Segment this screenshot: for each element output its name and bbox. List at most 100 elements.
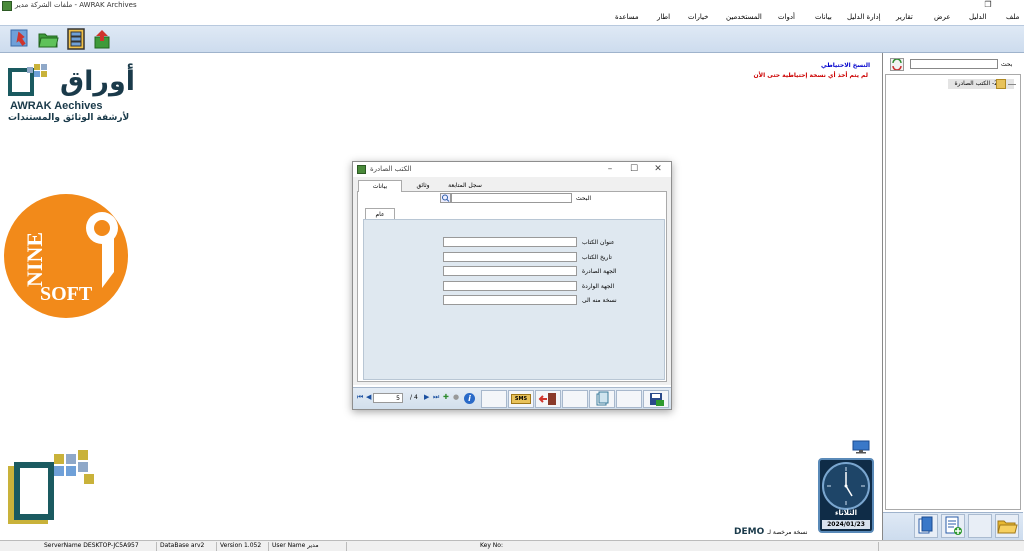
clock-date: 2024/01/23 — [822, 520, 870, 529]
panel-search-input[interactable] — [910, 59, 998, 69]
info-icon[interactable]: i — [464, 393, 475, 404]
maximize-button[interactable]: ☐ — [626, 163, 642, 175]
blank-button-2[interactable] — [562, 390, 588, 408]
export-icon[interactable] — [92, 28, 114, 50]
menu-tools[interactable]: أدوات — [778, 13, 795, 21]
current-record-input[interactable]: 5 — [373, 393, 403, 403]
field-label-date: تاريخ الكتاب — [582, 254, 612, 261]
exit-icon[interactable] — [9, 28, 31, 50]
nine-soft-bottom: SOFT — [40, 283, 93, 305]
folder-icon — [996, 79, 1006, 89]
menu-view[interactable]: عرض — [934, 13, 951, 21]
directory-tree — [885, 74, 1021, 510]
awrak-large-icon — [4, 448, 98, 528]
menu-directory-admin[interactable]: إدارة الدليل — [847, 13, 881, 21]
toolbar — [0, 25, 1024, 53]
cabinet-icon[interactable] — [65, 28, 87, 50]
clock-day: الثلاثاء — [834, 509, 858, 517]
field-label-issuer: الجهة الصادرة — [582, 268, 617, 275]
status-bar: ServerName DESKTOP-JC5A957 DataBase arv2… — [0, 540, 1024, 551]
status-server: ServerName DESKTOP-JC5A957 — [44, 542, 139, 549]
record-status-icon: ● — [453, 393, 460, 401]
letter-date-input[interactable] — [443, 252, 577, 262]
field-label-title: عنوان الكتاب — [582, 239, 615, 246]
copy-icon — [596, 391, 609, 406]
save-icon — [650, 393, 664, 406]
field-label-recipient: الجهة الواردة — [582, 283, 615, 290]
status-user: User Name مدير — [272, 542, 319, 549]
awrak-logo-icon — [8, 62, 52, 98]
menu-window[interactable]: اطار — [657, 13, 670, 21]
add-record-icon[interactable]: ✚ — [443, 393, 449, 401]
menu-file[interactable]: ملف — [1006, 13, 1019, 21]
tab-general[interactable]: عام — [365, 208, 395, 219]
blank-button-1[interactable] — [481, 390, 507, 408]
status-key: Key No: — [480, 542, 503, 549]
record-total: / 4 — [410, 394, 418, 401]
menu-options[interactable]: خيارات — [688, 13, 709, 21]
first-record-icon[interactable]: ⏮ — [357, 393, 363, 402]
app-icon — [2, 1, 12, 11]
search-icon — [442, 194, 450, 202]
menu-help[interactable]: مساعدة — [615, 13, 639, 21]
blank-button-3[interactable] — [616, 390, 642, 408]
menu-data[interactable]: بيانات — [815, 13, 832, 21]
dialog-search-input[interactable] — [451, 193, 572, 203]
last-record-icon[interactable]: ⏭ — [433, 393, 439, 402]
menu-bar: ملف الدليل عرض تقارير إدارة الدليل بيانا… — [0, 13, 1024, 25]
license-text: نسخة مرخصة لـ — [767, 529, 808, 536]
new-document-button[interactable] — [914, 514, 938, 538]
dialog-title: الكتب الصادرة — [370, 165, 412, 173]
backup-message: لم يتم أخذ أي نسخة إحتياطية حتى الأن — [753, 72, 868, 79]
minimize-button[interactable]: – — [602, 163, 618, 175]
open-folder-icon[interactable] — [37, 28, 59, 50]
prev-record-icon[interactable]: ◀ — [366, 393, 371, 401]
logo-tagline: لأرشفة الوثائق والمستندات — [8, 113, 130, 123]
clock-face — [822, 462, 870, 510]
folder-open-icon — [997, 520, 1018, 534]
save-button[interactable] — [643, 390, 669, 408]
logo-arabic: أوراق — [60, 66, 135, 97]
tab-documents[interactable]: وثائق — [402, 180, 444, 192]
logo-english: AWRAK Aechives — [10, 100, 103, 112]
letter-title-input[interactable] — [443, 237, 577, 247]
dialog-app-icon — [357, 165, 366, 174]
copy-button[interactable] — [589, 390, 615, 408]
search-button[interactable] — [440, 193, 451, 203]
empty-button[interactable] — [968, 514, 992, 538]
recipient-input[interactable] — [443, 281, 577, 291]
next-record-icon[interactable]: ▶ — [424, 393, 429, 401]
copy-to-input[interactable] — [443, 295, 577, 305]
sms-button[interactable]: SMS — [508, 390, 534, 408]
status-version: Version 1.052 — [220, 542, 262, 549]
open-button[interactable] — [995, 514, 1019, 538]
document-icon — [918, 516, 933, 534]
tab-followup[interactable]: سجل المتابعة — [444, 180, 486, 192]
backup-title: النسخ الاحتياطي — [821, 62, 870, 69]
issuer-input[interactable] — [443, 266, 577, 276]
refresh-icon — [892, 58, 902, 71]
nine-soft-logo: NINE SOFT — [2, 192, 130, 320]
tree-connector — [1008, 84, 1016, 85]
refresh-button[interactable] — [890, 58, 904, 71]
tab-data[interactable]: بيانات — [358, 180, 402, 192]
menu-directory[interactable]: الدليل — [969, 13, 986, 21]
menu-users[interactable]: المستخدمين — [726, 13, 762, 21]
window-title: ملفات الشركة مدير - AWRAK Archives — [15, 1, 137, 9]
status-database: DataBase arv2 — [160, 542, 205, 549]
dialog-search-label: البحث — [576, 195, 592, 202]
demo-text: DEMO — [734, 527, 765, 537]
add-document-icon — [945, 516, 962, 535]
close-button[interactable]: ✕ — [650, 163, 666, 175]
hour-hand — [845, 485, 853, 497]
exit-dialog-button[interactable] — [535, 390, 561, 408]
license-label: DEMO نسخة مرخصة لـ — [734, 527, 808, 537]
title-bar: ملفات الشركة مدير - AWRAK Archives ❐ — [0, 0, 1024, 13]
restore-button[interactable]: ❐ — [983, 0, 993, 12]
nine-soft-top: NINE — [22, 232, 47, 287]
menu-reports[interactable]: تقارير — [896, 13, 913, 21]
door-exit-icon — [538, 393, 556, 405]
add-document-button[interactable] — [941, 514, 965, 538]
panel-search-label: بحث — [1001, 61, 1013, 68]
field-label-copy-to: نسخة منه الى — [582, 297, 617, 304]
